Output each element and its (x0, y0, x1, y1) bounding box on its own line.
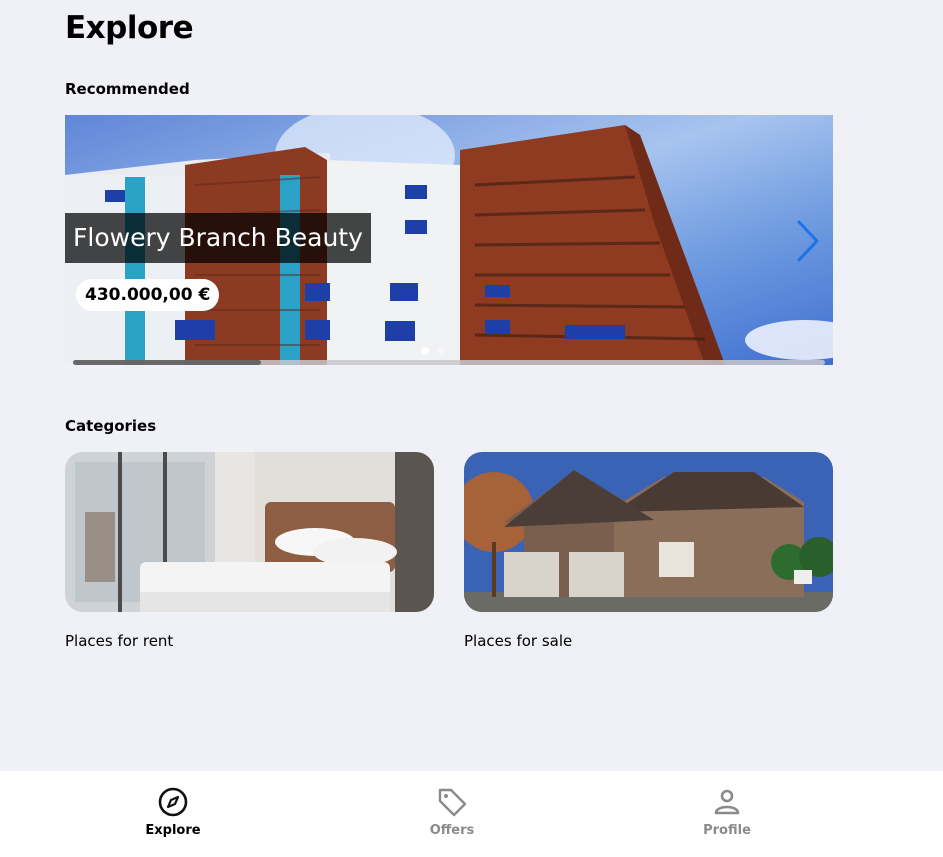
scrollbar-thumb[interactable] (73, 360, 261, 365)
chevron-right-icon[interactable] (795, 218, 823, 264)
nav-label: Profile (703, 823, 751, 838)
nav-label: Explore (145, 823, 201, 838)
carousel-dots (421, 347, 445, 355)
bottom-nav: Explore Offers Profile (0, 771, 943, 857)
price-badge: 430.000,00 € (76, 279, 220, 311)
bedroom-photo (65, 452, 434, 612)
category-label: Places for sale (464, 632, 573, 650)
person-icon (714, 789, 740, 815)
page-title: Explore (65, 10, 194, 46)
tag-icon (438, 788, 467, 817)
recommended-heading: Recommended (65, 80, 190, 98)
house-photo (464, 452, 833, 612)
carousel-scrollbar[interactable] (73, 360, 825, 365)
nav-item-offers[interactable]: Offers (392, 785, 512, 838)
carousel-dot[interactable] (437, 347, 445, 355)
nav-item-explore[interactable]: Explore (113, 785, 233, 838)
recommended-carousel[interactable]: Flowery Branch Beauty 430.000,00 € (65, 115, 833, 365)
categories-heading: Categories (65, 417, 157, 435)
compass-icon (158, 787, 188, 817)
carousel-dot[interactable] (421, 347, 429, 355)
category-card-sale[interactable]: Places for sale (464, 452, 833, 650)
category-card-rent[interactable]: Places for rent (65, 452, 434, 650)
nav-label: Offers (429, 823, 475, 838)
nav-item-profile[interactable]: Profile (667, 785, 787, 838)
category-label: Places for rent (65, 632, 174, 650)
slide-title: Flowery Branch Beauty (65, 213, 371, 263)
